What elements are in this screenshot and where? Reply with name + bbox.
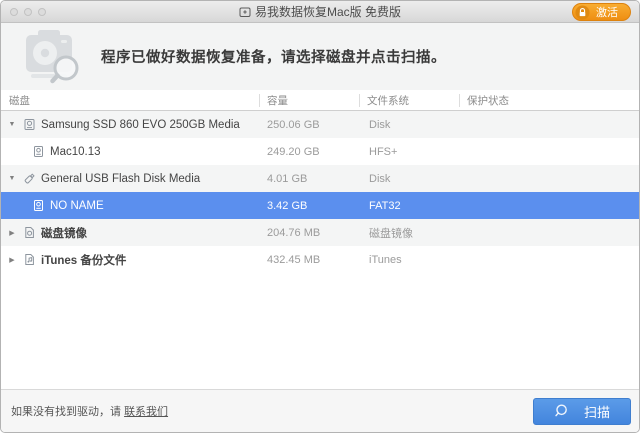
disk-name: Mac10.13 <box>50 145 101 158</box>
disk-table-body: ▼ Samsung SSD 860 EVO 250GB Media 250.06 G… <box>1 111 639 389</box>
collapse-triangle-icon[interactable]: ▼ <box>7 121 17 128</box>
table-row[interactable]: Mac10.13 249.20 GB HFS+ <box>1 138 639 165</box>
table-row[interactable]: ▶ iTunes 备份文件 432.45 MB iTunes <box>1 246 639 273</box>
expand-triangle-icon[interactable]: ▶ <box>7 256 17 264</box>
filesystem-value: Disk <box>369 172 391 185</box>
disk-name: NO NAME <box>50 199 104 212</box>
window-title-text: 易我数据恢复Mac版 免费版 <box>254 5 401 19</box>
disk-cell: ▼ General USB Flash Disk Media <box>1 172 259 185</box>
filesystem-value: FAT32 <box>369 199 401 212</box>
window-title: 易我数据恢复Mac版 免费版 <box>239 3 401 20</box>
column-header-filesystem[interactable]: 文件系统 <box>359 90 459 110</box>
capacity-value: 250.06 GB <box>267 118 320 131</box>
disk-name: General USB Flash Disk Media <box>41 172 201 185</box>
table-row[interactable]: ▼ Samsung SSD 860 EVO 250GB Media 250.06 G… <box>1 111 639 138</box>
table-header: 磁盘 容量 文件系统 保护状态 <box>1 90 639 111</box>
disk-cell: NO NAME <box>1 199 259 212</box>
volume-icon <box>32 145 45 158</box>
collapse-triangle-icon[interactable]: ▼ <box>7 175 17 182</box>
contact-us-link[interactable]: 联系我们 <box>124 406 168 418</box>
disk-cell: ▼ Samsung SSD 860 EVO 250GB Media <box>1 118 259 131</box>
capacity-value: 204.76 MB <box>267 226 321 239</box>
titlebar: 易我数据恢复Mac版 免费版 激活 <box>1 1 639 23</box>
disk-cell: ▶ iTunes 备份文件 <box>1 252 259 268</box>
scan-label: 扫描 <box>583 404 610 420</box>
column-header-disk[interactable]: 磁盘 <box>1 90 259 110</box>
capacity-value: 4.01 GB <box>267 172 308 185</box>
header-band: 程序已做好数据恢复准备，请选择磁盘并点击扫描。 <box>1 23 639 90</box>
table-row[interactable]: NO NAME 3.42 GB FAT32 <box>1 192 639 219</box>
column-header-capacity[interactable]: 容量 <box>259 90 359 110</box>
minimize-button[interactable] <box>24 7 32 16</box>
disk-cell: Mac10.13 <box>1 145 259 158</box>
disk-image-icon <box>23 226 36 239</box>
capacity-value: 432.45 MB <box>267 253 321 266</box>
internal-drive-icon <box>23 118 36 131</box>
filesystem-value: HFS+ <box>369 145 398 158</box>
magnifier-icon <box>554 404 568 418</box>
capacity-value: 249.20 GB <box>267 145 320 158</box>
table-row[interactable]: ▼ General USB Flash Disk Media 4.01 GB Disk <box>1 165 639 192</box>
column-header-protection[interactable]: 保护状态 <box>459 90 639 110</box>
capacity-value: 3.42 GB <box>267 199 308 212</box>
footer-hint: 如果没有找到驱动，请 联系我们 <box>11 403 168 419</box>
zoom-button[interactable] <box>38 7 46 16</box>
filesystem-value: iTunes <box>369 253 402 266</box>
activate-label: 激活 <box>596 7 618 19</box>
drive-search-icon <box>23 29 85 85</box>
filesystem-value: Disk <box>369 118 391 131</box>
table-row[interactable]: ▶ 磁盘镜像 204.76 MB 磁盘镜像 <box>1 219 639 246</box>
lock-icon <box>575 4 590 20</box>
filesystem-value: 磁盘镜像 <box>369 227 413 240</box>
close-button[interactable] <box>10 7 18 16</box>
activate-button[interactable]: 激活 <box>572 3 631 21</box>
disk-name: 磁盘镜像 <box>41 227 87 240</box>
footer-hint-text: 如果没有找到驱动，请 <box>11 406 125 418</box>
status-message: 程序已做好数据恢复准备，请选择磁盘并点击扫描。 <box>101 50 446 66</box>
expand-triangle-icon[interactable]: ▶ <box>7 229 17 237</box>
scan-button[interactable]: 扫描 <box>533 397 631 425</box>
footer: 如果没有找到驱动，请 联系我们 扫描 <box>1 389 639 432</box>
traffic-lights <box>10 7 46 16</box>
volume-icon <box>32 199 45 212</box>
disk-cell: ▶ 磁盘镜像 <box>1 225 259 241</box>
usb-drive-icon <box>23 172 36 185</box>
app-icon <box>239 6 251 18</box>
disk-name: iTunes 备份文件 <box>41 254 127 267</box>
app-window: 易我数据恢复Mac版 免费版 激活 程序已做好数据恢复准备，请选择磁盘并点击扫描… <box>0 0 640 433</box>
disk-name: Samsung SSD 860 EVO 250GB Media <box>41 118 240 131</box>
itunes-backup-icon <box>23 253 36 266</box>
